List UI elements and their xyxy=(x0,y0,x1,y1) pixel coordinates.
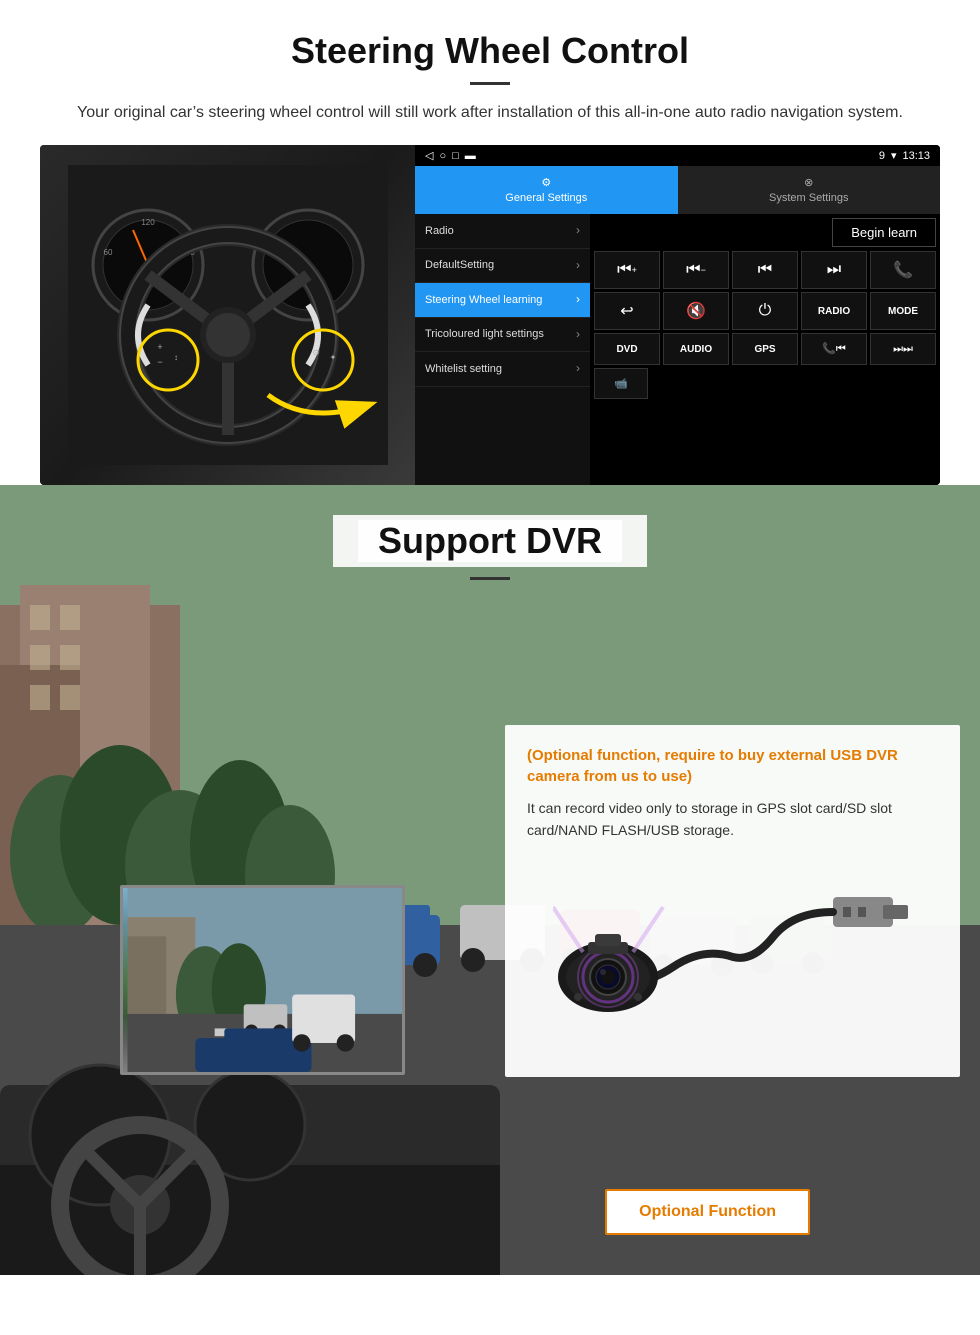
svg-text:60: 60 xyxy=(103,248,112,257)
next-btn[interactable]: ⏭ xyxy=(801,251,867,289)
phone-btn[interactable]: 📞 xyxy=(870,251,936,289)
tab-general-label: General Settings xyxy=(505,192,587,204)
svg-text:↕: ↕ xyxy=(174,353,178,362)
chevron-icon: › xyxy=(576,327,580,343)
android-statusbar: ◁ ○ □ ▬ 9 ▾ 13:13 xyxy=(415,145,940,166)
menu-list: Radio › DefaultSetting › Steering Wheel … xyxy=(415,214,590,485)
svg-text:120: 120 xyxy=(141,218,155,227)
audio-btn[interactable]: AUDIO xyxy=(663,333,729,365)
dvr-info-card: (Optional function, require to buy exter… xyxy=(505,725,960,1077)
control-btn-row-4: 📹 xyxy=(594,368,936,399)
radio-btn[interactable]: RADIO xyxy=(801,292,867,330)
status-time: 13:13 xyxy=(902,150,930,162)
menu-item-default[interactable]: DefaultSetting › xyxy=(415,249,590,284)
signal-icon: 9 xyxy=(879,150,885,162)
steering-image-area: 120 60 180 xyxy=(40,145,940,485)
nav-back-icon: ◁ xyxy=(425,149,433,162)
control-btn-grid-2: ↩ 🔇 ⏻ RADIO MODE xyxy=(594,292,936,330)
phone-prev-btn[interactable]: 📞⏮ xyxy=(801,333,867,365)
steering-title: Steering Wheel Control xyxy=(40,30,940,72)
chevron-icon: › xyxy=(576,223,580,239)
gps-btn[interactable]: GPS xyxy=(732,333,798,365)
begin-learn-button[interactable]: Begin learn xyxy=(832,218,936,247)
system-icon: ⊗ xyxy=(804,176,813,189)
control-btn-grid-3: DVD AUDIO GPS 📞⏮ ⏭⏭ xyxy=(594,333,936,365)
steering-photo: 120 60 180 xyxy=(40,145,415,485)
svg-text:+: + xyxy=(157,342,162,352)
prev-btn[interactable]: ⏮ xyxy=(732,251,798,289)
control-panel: Begin learn ⏮+ ⏮− ⏮ ⏭ 📞 ↩ 🔇 xyxy=(590,214,940,485)
dvr-optional-text: (Optional function, require to buy exter… xyxy=(527,745,938,787)
vol-plus-btn[interactable]: ⏮+ xyxy=(594,251,660,289)
settings-content: Radio › DefaultSetting › Steering Wheel … xyxy=(415,214,940,485)
dvr-icon-btn[interactable]: 📹 xyxy=(594,368,648,399)
menu-label-radio: Radio xyxy=(425,224,454,238)
menu-label-default: DefaultSetting xyxy=(425,258,494,272)
control-btn-grid-1: ⏮+ ⏮− ⏮ ⏭ 📞 xyxy=(594,251,936,289)
chevron-icon: › xyxy=(576,258,580,274)
menu-label-whitelist: Whitelist setting xyxy=(425,362,502,376)
mode-btn[interactable]: MODE xyxy=(870,292,936,330)
menu-item-radio[interactable]: Radio › xyxy=(415,214,590,249)
nav-recent-icon: □ xyxy=(452,150,459,162)
menu-item-tricoloured[interactable]: Tricoloured light settings › xyxy=(415,318,590,353)
dvr-thumb-inner xyxy=(123,888,402,1072)
menu-item-steering[interactable]: Steering Wheel learning › xyxy=(415,283,590,318)
nav-menu-icon: ▬ xyxy=(465,150,476,162)
dvr-content: Support DVR xyxy=(0,485,980,580)
vol-minus-btn[interactable]: ⏮− xyxy=(663,251,729,289)
svg-text:✦: ✦ xyxy=(329,353,336,362)
dvr-section: Support DVR xyxy=(0,485,980,1275)
tab-system[interactable]: ⊗ System Settings xyxy=(678,166,941,214)
dvr-title: Support DVR xyxy=(358,520,622,562)
gear-icon: ⚙ xyxy=(541,176,551,189)
dvr-divider xyxy=(470,577,510,580)
menu-label-tricoloured: Tricoloured light settings xyxy=(425,327,544,341)
power-btn[interactable]: ⏻ xyxy=(732,292,798,330)
mute-btn[interactable]: 🔇 xyxy=(663,292,729,330)
back-btn[interactable]: ↩ xyxy=(594,292,660,330)
prev-next-btn[interactable]: ⏭⏭ xyxy=(870,333,936,365)
steering-subtitle: Your original car’s steering wheel contr… xyxy=(60,101,920,125)
android-ui: ◁ ○ □ ▬ 9 ▾ 13:13 ⚙ General Settings ⊗ S… xyxy=(415,145,940,485)
dvr-desc-text: It can record video only to storage in G… xyxy=(527,797,938,842)
svg-text:−: − xyxy=(157,357,162,367)
dvr-thumbnail xyxy=(120,885,405,1075)
dvd-btn[interactable]: DVD xyxy=(594,333,660,365)
chevron-icon: › xyxy=(576,361,580,377)
menu-label-steering: Steering Wheel learning xyxy=(425,293,542,307)
chevron-icon: › xyxy=(576,292,580,308)
tab-general[interactable]: ⚙ General Settings xyxy=(415,166,678,214)
begin-learn-row: Begin learn xyxy=(594,218,936,247)
menu-item-whitelist[interactable]: Whitelist setting › xyxy=(415,352,590,387)
nav-home-icon: ○ xyxy=(439,150,446,162)
settings-tabs: ⚙ General Settings ⊗ System Settings xyxy=(415,166,940,214)
svg-text:⊙: ⊙ xyxy=(312,348,319,357)
title-divider xyxy=(470,82,510,85)
optional-function-button[interactable]: Optional Function xyxy=(605,1189,810,1235)
wifi-icon: ▾ xyxy=(891,149,897,162)
steering-section: Steering Wheel Control Your original car… xyxy=(0,0,980,485)
tab-system-label: System Settings xyxy=(769,192,848,204)
